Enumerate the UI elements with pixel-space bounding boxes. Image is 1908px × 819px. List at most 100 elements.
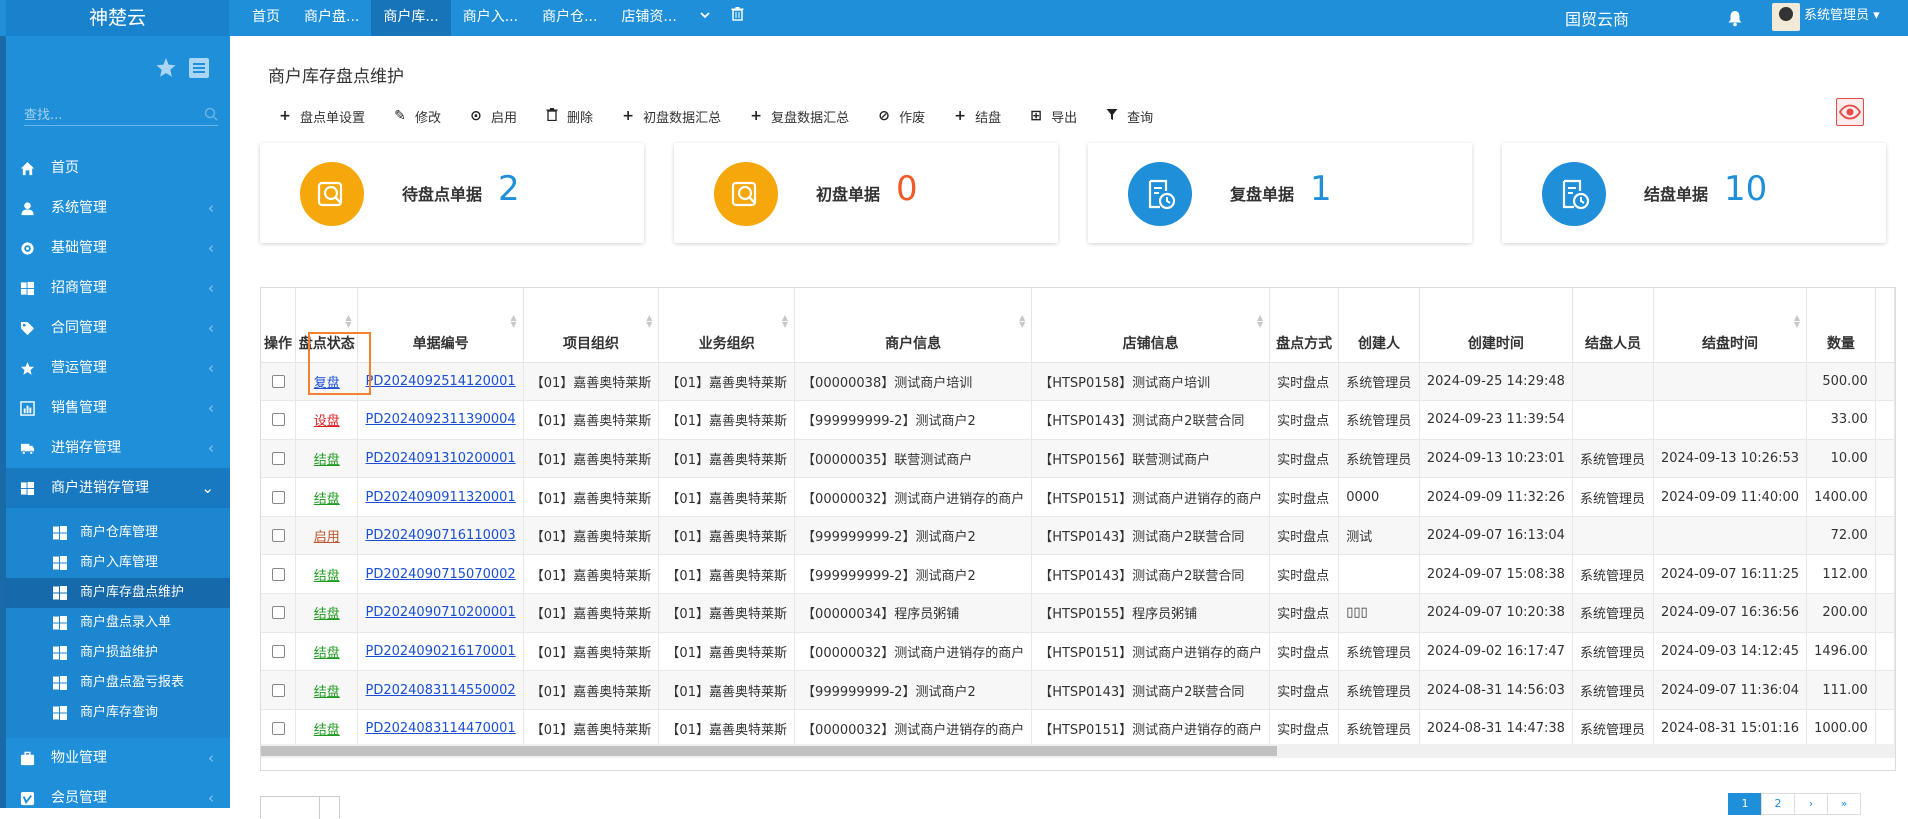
status-link[interactable]: 结盘 — [314, 453, 340, 468]
submenu-item-profit-loss-report[interactable]: 商户盘点盈亏报表 — [6, 668, 230, 698]
tab-merchant-inventory[interactable]: 商户库... — [371, 0, 451, 36]
row-checkbox[interactable] — [271, 374, 285, 388]
tab-merchant-inbound[interactable]: 商户入... — [451, 0, 530, 36]
row-checkbox-cell[interactable] — [261, 554, 296, 595]
sidebar-item-member[interactable]: 会员管理 ‹ — [6, 778, 230, 818]
submenu-item-count-entry[interactable]: 商户盘点录入单 — [6, 608, 230, 638]
sidebar-item-property[interactable]: 物业管理 ‹ — [6, 738, 230, 778]
submenu-item-inventory-count[interactable]: 商户库存盘点维护 — [6, 578, 230, 608]
table-row[interactable]: 结盘 PD2024090911320001 【01】嘉善奥特莱斯 【01】嘉善奥特莱斯… — [261, 477, 1895, 517]
query-button[interactable]: 查询 — [1105, 102, 1153, 130]
status-link[interactable]: 复盘 — [314, 376, 340, 391]
avatar[interactable] — [1772, 3, 1800, 31]
row-checkbox-cell[interactable] — [261, 593, 296, 633]
table-row[interactable]: 结盘 PD2024090216170001 【01】嘉善奥特莱斯 【01】嘉善奥特莱斯… — [261, 632, 1895, 672]
col-header-project-org[interactable]: 项目组织 ▲ ▼ — [523, 288, 660, 363]
trash-icon[interactable] — [721, 0, 754, 36]
tab-home[interactable]: 首页 — [240, 0, 292, 36]
row-checkbox[interactable] — [271, 529, 285, 543]
col-header-merchant[interactable]: 商户信息 ▲ ▼ — [794, 288, 1033, 363]
sidebar-item-contract[interactable]: 合同管理 ‹ — [6, 308, 230, 348]
sidebar-item-merchant-inventory[interactable]: 商户进销存管理 ⌄ — [6, 468, 230, 508]
status-link[interactable]: 设盘 — [314, 414, 340, 429]
row-checkbox-cell[interactable] — [261, 709, 296, 749]
card-pending-count[interactable]: 待盘点单据 2 — [260, 143, 644, 243]
export-button[interactable]: ⊞ 导出 — [1029, 102, 1077, 130]
sort-icon[interactable]: ▲ ▼ — [646, 314, 652, 329]
col-header-doc-no[interactable]: 单据编号 ▲ ▼ — [357, 288, 524, 363]
app-logo[interactable]: 神楚云 — [6, 0, 229, 36]
sort-icon[interactable]: ▲ ▼ — [1257, 314, 1263, 329]
card-closed-count[interactable]: 结盘单据 10 — [1502, 143, 1886, 243]
sidebar-item-operations[interactable]: 营运管理 ‹ — [6, 348, 230, 388]
sidebar-item-inventory[interactable]: 进销存管理 ‹ — [6, 428, 230, 468]
sidebar-item-sales[interactable]: 销售管理 ‹ — [6, 388, 230, 428]
col-header-created-time[interactable]: 创建时间 — [1419, 288, 1573, 363]
sidebar-item-system[interactable]: 系统管理 ‹ — [6, 188, 230, 228]
page-1-button[interactable]: 1 — [1728, 793, 1762, 815]
submenu-item-inventory-query[interactable]: 商户库存查询 — [6, 698, 230, 728]
row-checkbox[interactable] — [271, 490, 285, 504]
tab-merchant-warehouse[interactable]: 商户仓... — [530, 0, 609, 36]
row-checkbox[interactable] — [271, 606, 285, 620]
row-checkbox-cell[interactable] — [261, 400, 296, 440]
col-header-quantity[interactable]: 数量 — [1806, 288, 1876, 363]
doc-no-link[interactable]: PD2024091310200001 — [365, 451, 515, 466]
doc-no-link[interactable]: PD2024090715070002 — [365, 567, 515, 582]
row-checkbox[interactable] — [271, 644, 285, 658]
status-link[interactable]: 结盘 — [314, 607, 340, 622]
page-size-select[interactable] — [260, 796, 340, 819]
status-link[interactable]: 结盘 — [314, 646, 340, 661]
doc-no-link[interactable]: PD2024090710200001 — [365, 605, 515, 620]
col-header-status[interactable]: 盘点状态 ▲ ▼ — [295, 288, 359, 363]
table-row[interactable]: 设盘 PD2024092311390004 【01】嘉善奥特莱斯 【01】嘉善奥特莱斯… — [261, 400, 1895, 440]
table-row[interactable]: 结盘 PD2024083114550002 【01】嘉善奥特莱斯 【01】嘉善奥特莱斯… — [261, 670, 1895, 710]
col-header-shop[interactable]: 店铺信息 ▲ ▼ — [1031, 288, 1271, 363]
doc-no-link[interactable]: PD2024083114550002 — [365, 683, 515, 698]
doc-no-link[interactable]: PD2024090911320001 — [365, 490, 515, 505]
status-link[interactable]: 结盘 — [314, 492, 340, 507]
tab-shop-info[interactable]: 店铺资... — [609, 0, 688, 36]
last-page-button[interactable]: » — [1827, 793, 1861, 815]
chevron-down-icon[interactable] — [689, 0, 721, 36]
row-checkbox-cell[interactable] — [261, 362, 296, 402]
sort-icon[interactable]: ▲ ▼ — [1019, 314, 1025, 329]
table-row[interactable]: 结盘 PD2024090715070002 【01】嘉善奥特莱斯 【01】嘉善奥特莱斯… — [261, 554, 1895, 595]
row-checkbox[interactable] — [271, 683, 285, 697]
doc-no-link[interactable]: PD2024092514120001 — [365, 374, 515, 389]
sidebar-item-home[interactable]: 首页 — [6, 148, 230, 188]
count-settings-button[interactable]: + 盘点单设置 — [278, 102, 365, 130]
scrollbar-thumb[interactable] — [261, 746, 1277, 756]
search-icon[interactable] — [204, 107, 218, 121]
sidebar-item-basic[interactable]: 基础管理 ‹ — [6, 228, 230, 268]
doc-no-link[interactable]: PD2024083114470001 — [365, 721, 515, 736]
recount-summary-button[interactable]: + 复盘数据汇总 — [749, 102, 849, 130]
col-header-closer[interactable]: 结盘人员 — [1572, 288, 1654, 363]
doc-no-link[interactable]: PD2024090216170001 — [365, 644, 515, 659]
row-checkbox[interactable] — [271, 567, 285, 581]
card-initial-count[interactable]: 初盘单据 0 — [674, 143, 1058, 243]
row-checkbox-cell[interactable] — [261, 632, 296, 672]
sort-icon[interactable]: ▲ ▼ — [511, 314, 517, 329]
status-link[interactable]: 结盘 — [314, 723, 340, 738]
sidebar-item-leasing[interactable]: 招商管理 ‹ — [6, 268, 230, 308]
list-icon[interactable] — [188, 57, 210, 79]
submenu-item-merchant-warehouse[interactable]: 商户仓库管理 — [6, 518, 230, 548]
row-checkbox[interactable] — [271, 413, 285, 427]
col-header-closed-time[interactable]: 结盘时间 ▲ ▼ — [1653, 288, 1808, 363]
page-2-button[interactable]: 2 — [1761, 793, 1795, 815]
sidebar-search-input[interactable] — [24, 104, 194, 126]
table-row[interactable]: 结盘 PD2024091310200001 【01】嘉善奥特莱斯 【01】嘉善奥特莱斯… — [261, 439, 1895, 479]
sort-icon[interactable]: ▲ ▼ — [782, 314, 788, 329]
submenu-item-merchant-inbound[interactable]: 商户入库管理 — [6, 548, 230, 578]
table-row[interactable]: 启用 PD2024090716110003 【01】嘉善奥特莱斯 【01】嘉善奥特莱斯… — [261, 516, 1895, 556]
col-header-creator[interactable]: 创建人 — [1338, 288, 1420, 363]
bell-icon[interactable] — [1726, 9, 1744, 27]
row-checkbox-cell[interactable] — [261, 516, 296, 556]
col-header-business-org[interactable]: 业务组织 ▲ ▼ — [658, 288, 796, 363]
status-link[interactable]: 启用 — [314, 530, 340, 545]
initial-count-summary-button[interactable]: + 初盘数据汇总 — [621, 102, 721, 130]
horizontal-scrollbar[interactable] — [261, 744, 1895, 758]
row-checkbox-cell[interactable] — [261, 670, 296, 710]
table-row[interactable]: 复盘 PD2024092514120001 【01】嘉善奥特莱斯 【01】嘉善奥特莱斯… — [261, 362, 1895, 402]
